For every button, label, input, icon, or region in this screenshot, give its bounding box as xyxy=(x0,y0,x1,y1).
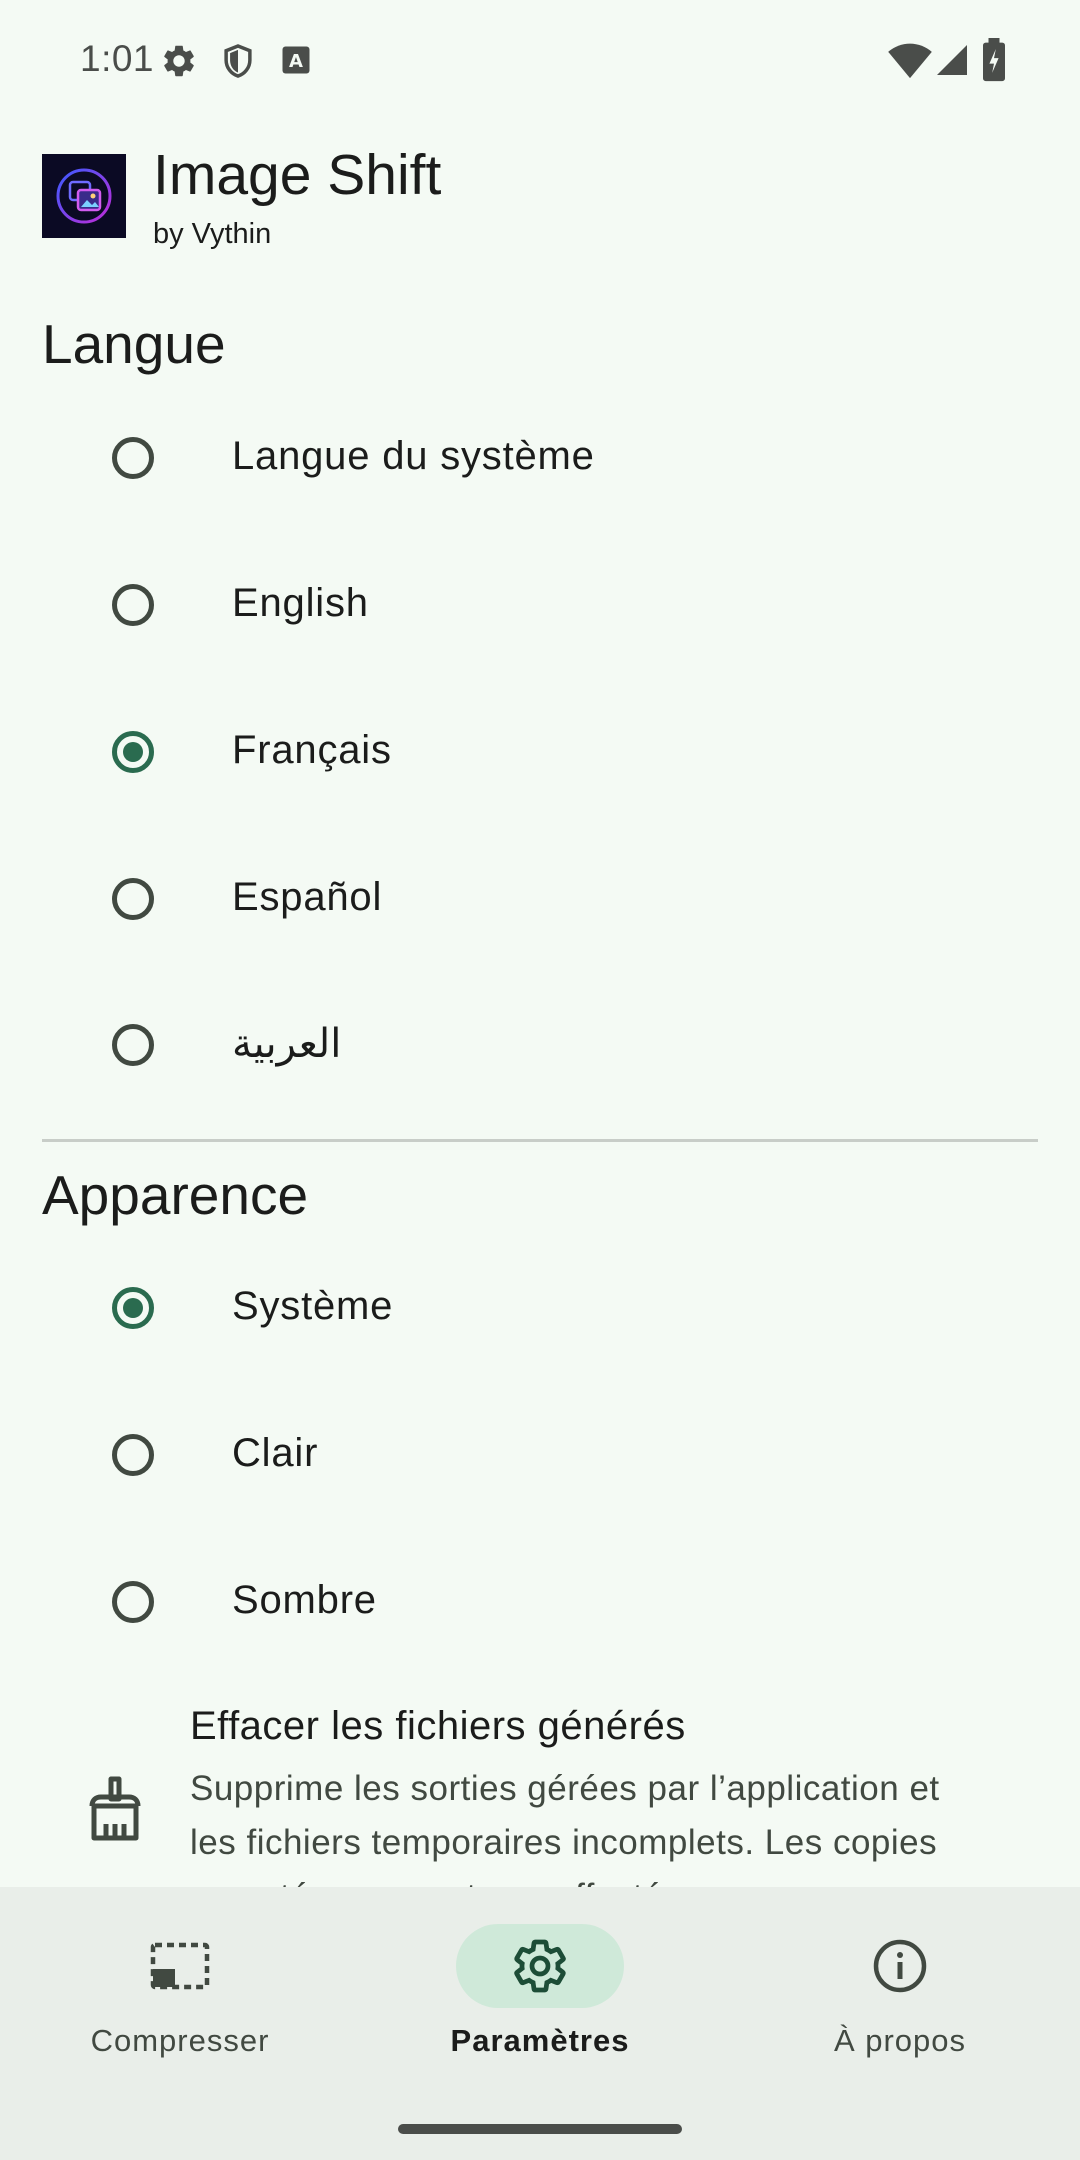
radio-option-theme-light[interactable]: Clair xyxy=(0,1385,1080,1525)
radio-option-theme-system[interactable]: Système xyxy=(0,1238,1080,1378)
keyboard-a-icon: A xyxy=(278,42,314,83)
nav-item-settings[interactable]: Paramètres xyxy=(360,1887,720,2087)
radio-button-checked-icon[interactable] xyxy=(112,731,154,773)
radio-option-label: English xyxy=(232,581,369,625)
radio-option-french[interactable]: Français xyxy=(0,682,1080,822)
status-time: 1:01 xyxy=(80,38,155,79)
nav-item-compress[interactable]: Compresser xyxy=(0,1887,360,2087)
home-indicator[interactable] xyxy=(398,2124,682,2134)
battery-charging-icon xyxy=(980,38,1008,87)
nav-label: À propos xyxy=(833,2023,967,2058)
app-title: Image Shift xyxy=(153,143,442,207)
radio-button-icon[interactable] xyxy=(112,878,154,920)
settings-screen: 1:01 A Image Shift by Vythin Langue Lang… xyxy=(0,0,1080,2160)
app-logo xyxy=(42,154,126,238)
radio-option-label: Langue du système xyxy=(232,434,595,478)
radio-option-arabic[interactable]: العربية xyxy=(0,975,1080,1115)
info-icon xyxy=(870,1936,930,1996)
nav-label: Paramètres xyxy=(450,2023,630,2058)
radio-option-label: Clair xyxy=(232,1431,319,1475)
radio-option-label: Sombre xyxy=(232,1578,377,1622)
radio-option-label: Español xyxy=(232,875,383,919)
radio-button-icon[interactable] xyxy=(112,1434,154,1476)
radio-option-label: Système xyxy=(232,1284,394,1328)
radio-option-system-language[interactable]: Langue du système xyxy=(0,388,1080,528)
language-section-title: Langue xyxy=(42,313,226,375)
radio-option-label: Français xyxy=(232,728,392,772)
radio-button-checked-icon[interactable] xyxy=(112,1287,154,1329)
bottom-navigation-bar: Compresser Paramètres À propos xyxy=(0,1887,1080,2160)
radio-button-icon[interactable] xyxy=(112,437,154,479)
radio-option-label: العربية xyxy=(232,1022,342,1066)
appearance-section-title: Apparence xyxy=(42,1164,309,1226)
nav-item-about[interactable]: À propos xyxy=(720,1887,1080,2087)
nav-label: Compresser xyxy=(90,2023,270,2058)
radio-button-icon[interactable] xyxy=(112,1024,154,1066)
wifi-icon xyxy=(888,40,932,85)
svg-text:A: A xyxy=(289,51,303,72)
radio-option-theme-dark[interactable]: Sombre xyxy=(0,1532,1080,1672)
clear-files-title: Effacer les fichiers générés xyxy=(190,1704,686,1748)
radio-option-spanish[interactable]: Español xyxy=(0,829,1080,969)
radio-button-icon[interactable] xyxy=(112,1581,154,1623)
shield-icon xyxy=(219,42,257,85)
broom-icon xyxy=(86,1776,144,1842)
radio-button-icon[interactable] xyxy=(112,584,154,626)
app-subtitle: by Vythin xyxy=(153,218,272,250)
cellular-signal-icon xyxy=(934,42,970,83)
settings-icon xyxy=(510,1936,570,1996)
compress-icon xyxy=(150,1936,210,1996)
section-divider xyxy=(42,1139,1038,1142)
radio-option-english[interactable]: English xyxy=(0,535,1080,675)
status-bar: 1:01 A xyxy=(0,0,1080,124)
settings-icon xyxy=(160,42,198,85)
clear-generated-files-item[interactable]: Effacer les fichiers générés Supprime le… xyxy=(0,1690,1080,1916)
